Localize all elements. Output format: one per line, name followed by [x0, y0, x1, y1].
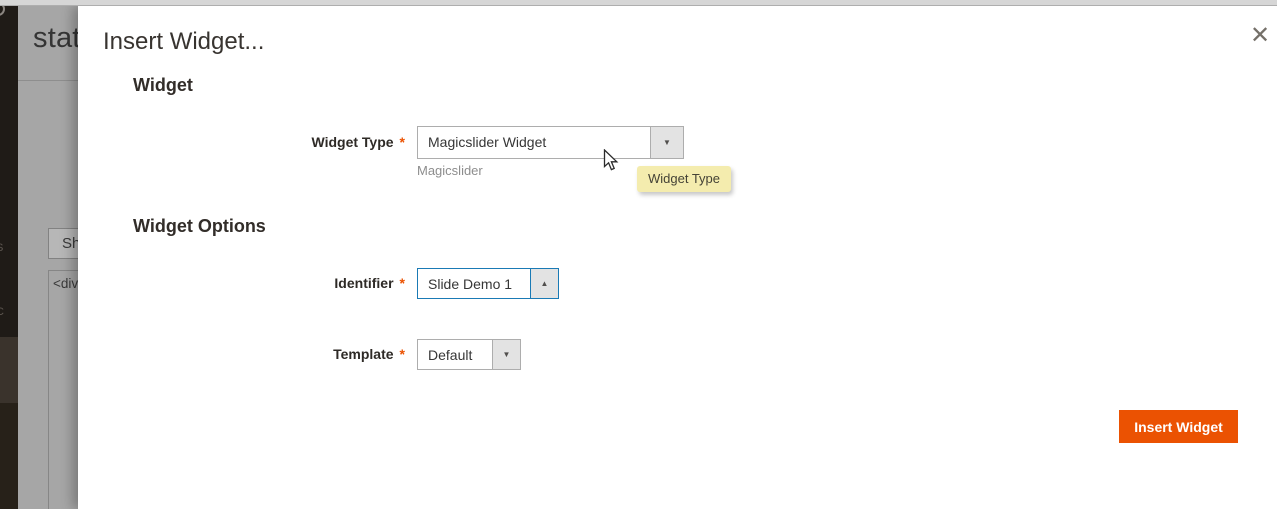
section-heading-widget-options: Widget Options	[133, 216, 266, 237]
editor-content-partial: <div	[53, 276, 78, 291]
sidebar-icon-partial: C	[0, 306, 4, 318]
chevron-down-icon: ▼	[663, 139, 671, 147]
identifier-label: Identifier*	[78, 275, 405, 292]
admin-sidebar: S C	[0, 6, 18, 509]
top-chrome-strip	[0, 0, 1277, 6]
magento-logo-partial-icon	[0, 6, 5, 16]
chevron-down-icon: ▼	[503, 351, 511, 359]
sidebar-active-item	[0, 337, 18, 403]
widget-type-select[interactable]: Magicslider Widget ▼	[417, 126, 684, 159]
identifier-dropdown-button[interactable]: ▲	[530, 269, 558, 298]
identifier-select-value: Slide Demo 1	[418, 269, 530, 298]
mouse-cursor-icon	[603, 149, 620, 172]
tooltip: Widget Type	[637, 166, 731, 192]
widget-type-label: Widget Type*	[78, 134, 405, 151]
template-select-value: Default	[418, 340, 492, 369]
identifier-select[interactable]: Slide Demo 1 ▲	[417, 268, 559, 299]
insert-widget-button[interactable]: Insert Widget	[1119, 410, 1238, 443]
widget-type-dropdown-button[interactable]: ▼	[650, 127, 683, 158]
template-dropdown-button[interactable]: ▼	[492, 340, 520, 369]
sidebar-section	[0, 403, 18, 509]
widget-type-note: Magicslider	[417, 163, 483, 178]
chevron-up-icon: ▲	[541, 280, 549, 288]
page-title-partial: stat	[33, 22, 81, 55]
close-icon[interactable]: ✕	[1244, 20, 1276, 52]
template-select[interactable]: Default ▼	[417, 339, 521, 370]
required-asterisk: *	[400, 275, 405, 291]
required-asterisk: *	[400, 134, 405, 150]
template-label: Template*	[78, 346, 405, 363]
required-asterisk: *	[400, 346, 405, 362]
insert-widget-modal: Insert Widget... ✕ Widget Widget Type* M…	[78, 6, 1277, 509]
modal-title: Insert Widget...	[103, 28, 264, 56]
section-heading-widget: Widget	[133, 75, 193, 96]
sidebar-icon-partial: S	[0, 242, 3, 254]
